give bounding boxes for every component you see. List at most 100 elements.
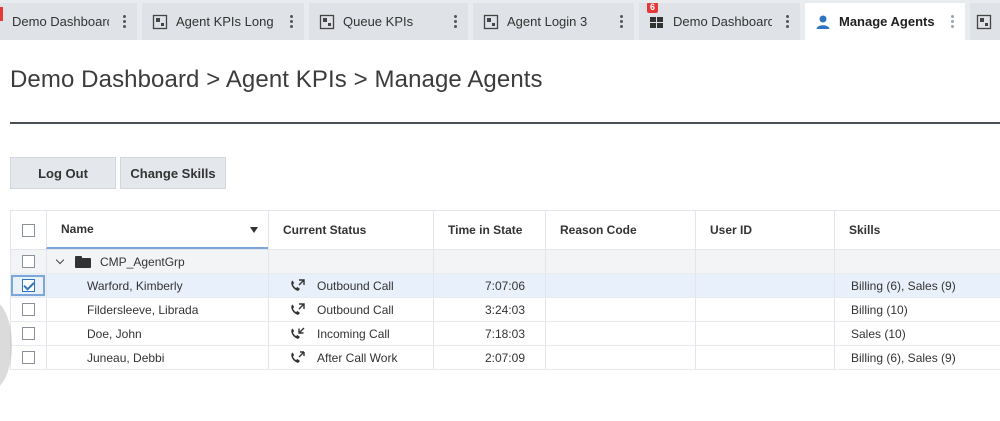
widget-icon	[319, 14, 335, 29]
tab-label: Queue KPIs	[343, 14, 414, 29]
tab-menu-icon[interactable]	[612, 12, 630, 32]
skills-cell: Billing (6), Sales (9)	[834, 274, 1000, 297]
agents-grid: Name Current Status Time in State Reason…	[10, 210, 1000, 370]
dashboard-icon	[650, 16, 663, 28]
status-label: After Call Work	[317, 350, 398, 365]
row-checkbox[interactable]	[22, 303, 35, 316]
agent-name-cell: Warford, Kimberly	[46, 274, 268, 297]
select-all-cell	[10, 211, 46, 249]
widget-icon	[976, 14, 992, 29]
tab-manage-agents[interactable]: Manage Agents	[805, 3, 965, 40]
folder-icon	[75, 255, 91, 268]
group-label: CMP_AgentGrp	[100, 254, 185, 269]
column-header-label: Current Status	[283, 223, 367, 237]
group-row[interactable]: CMP_AgentGrp	[10, 250, 1000, 274]
tab-agent-kpis-long[interactable]: Agent KPIs Long	[142, 3, 304, 40]
table-row[interactable]: Warford, Kimberly Outbound Call 7:07:06 …	[10, 274, 1000, 298]
tab-label: Agent Login 3	[507, 14, 588, 29]
column-header-user-id[interactable]: User ID	[695, 211, 834, 249]
group-name-cell: CMP_AgentGrp	[46, 250, 268, 273]
group-empty-cell	[695, 250, 834, 273]
tab-queue-kpis[interactable]: Queue KPIs	[309, 3, 468, 40]
agent-name-cell: Juneau, Debbi	[46, 346, 268, 369]
status-label: Incoming Call	[317, 326, 390, 341]
user-id-cell	[695, 298, 834, 321]
breadcrumb: Demo Dashboard > Agent KPIs > Manage Age…	[10, 66, 543, 93]
skills-cell: Sales (10)	[834, 322, 1000, 345]
column-header-skills[interactable]: Skills	[834, 211, 1000, 249]
column-header-time[interactable]: Time in State	[433, 211, 545, 249]
column-header-status[interactable]: Current Status	[268, 211, 433, 249]
skills-cell: Billing (6), Sales (9)	[834, 346, 1000, 369]
chevron-down-icon[interactable]	[55, 255, 65, 265]
column-header-name[interactable]: Name	[46, 211, 268, 249]
group-empty-cell	[268, 250, 433, 273]
tab-label: Demo Dashboard :	[12, 14, 109, 29]
time-in-state-cell: 3:24:03	[433, 298, 545, 321]
user-id-cell	[695, 274, 834, 297]
status-label: Outbound Call	[317, 278, 394, 293]
change-skills-button[interactable]: Change Skills	[120, 157, 226, 189]
sort-down-icon[interactable]	[250, 227, 258, 233]
status-cell: Incoming Call	[268, 322, 433, 345]
agent-name-cell: Doe, John	[46, 322, 268, 345]
tab-menu-icon[interactable]	[115, 12, 133, 32]
select-all-checkbox[interactable]	[22, 223, 35, 237]
user-id-cell	[695, 346, 834, 369]
tab-menu-icon[interactable]	[943, 12, 961, 32]
table-row[interactable]: Juneau, Debbi After Call Work 2:07:09 Bi…	[10, 346, 1000, 370]
reason-code-cell	[545, 274, 695, 297]
tab-demo-dashboard-2[interactable]: 6 Demo Dashboard	[639, 3, 800, 40]
status-cell: Outbound Call	[268, 298, 433, 321]
tab-menu-icon[interactable]	[778, 12, 796, 32]
user-id-cell	[695, 322, 834, 345]
group-empty-cell	[834, 250, 1000, 273]
tab-alert-marker	[0, 7, 3, 21]
time-in-state-cell: 7:18:03	[433, 322, 545, 345]
status-cell: After Call Work	[268, 346, 433, 369]
row-checkbox[interactable]	[22, 327, 35, 340]
row-check-cell	[10, 250, 46, 273]
group-checkbox[interactable]	[22, 255, 35, 268]
row-checkbox[interactable]	[22, 351, 35, 364]
agent-name-cell: Fildersleeve, Librada	[46, 298, 268, 321]
incoming-call-icon	[291, 327, 305, 339]
column-header-label: Reason Code	[560, 223, 637, 237]
group-empty-cell	[433, 250, 545, 273]
reason-code-cell	[545, 298, 695, 321]
table-row[interactable]: Fildersleeve, Librada Outbound Call 3:24…	[10, 298, 1000, 322]
skills-cell: Billing (10)	[834, 298, 1000, 321]
header-divider	[10, 122, 1000, 124]
reason-code-cell	[545, 346, 695, 369]
tab-agent-login-3[interactable]: Agent Login 3	[473, 3, 634, 40]
group-empty-cell	[545, 250, 695, 273]
column-header-label: User ID	[710, 223, 753, 237]
agent-icon	[816, 15, 830, 29]
status-cell: Outbound Call	[268, 274, 433, 297]
grid-header: Name Current Status Time in State Reason…	[10, 210, 1000, 250]
tab-overflow[interactable]	[970, 3, 1000, 40]
widget-icon	[483, 14, 499, 29]
row-check-cell	[10, 274, 46, 297]
column-header-reason[interactable]: Reason Code	[545, 211, 695, 249]
table-row[interactable]: Doe, John Incoming Call 7:18:03 Sales (1…	[10, 322, 1000, 346]
tab-menu-icon[interactable]	[446, 12, 464, 32]
outbound-call-icon	[291, 302, 305, 315]
tab-demo-dashboard-1[interactable]: Demo Dashboard :	[0, 3, 137, 40]
row-check-cell	[10, 346, 46, 369]
column-header-label: Skills	[849, 223, 881, 237]
tab-label: Manage Agents	[839, 14, 935, 29]
tab-label: Demo Dashboard	[673, 14, 772, 29]
status-label: Outbound Call	[317, 302, 394, 317]
tab-label: Agent KPIs Long	[176, 14, 274, 29]
widget-icon	[152, 14, 168, 29]
log-out-button[interactable]: Log Out	[10, 157, 116, 189]
column-header-label: Time in State	[448, 223, 523, 237]
row-checkbox[interactable]	[22, 279, 35, 292]
time-in-state-cell: 7:07:06	[433, 274, 545, 297]
column-header-label: Name	[61, 222, 94, 236]
tab-menu-icon[interactable]	[282, 12, 300, 32]
notification-badge: 6	[647, 3, 659, 13]
after-call-work-icon	[291, 350, 305, 363]
outbound-call-icon	[291, 278, 305, 291]
